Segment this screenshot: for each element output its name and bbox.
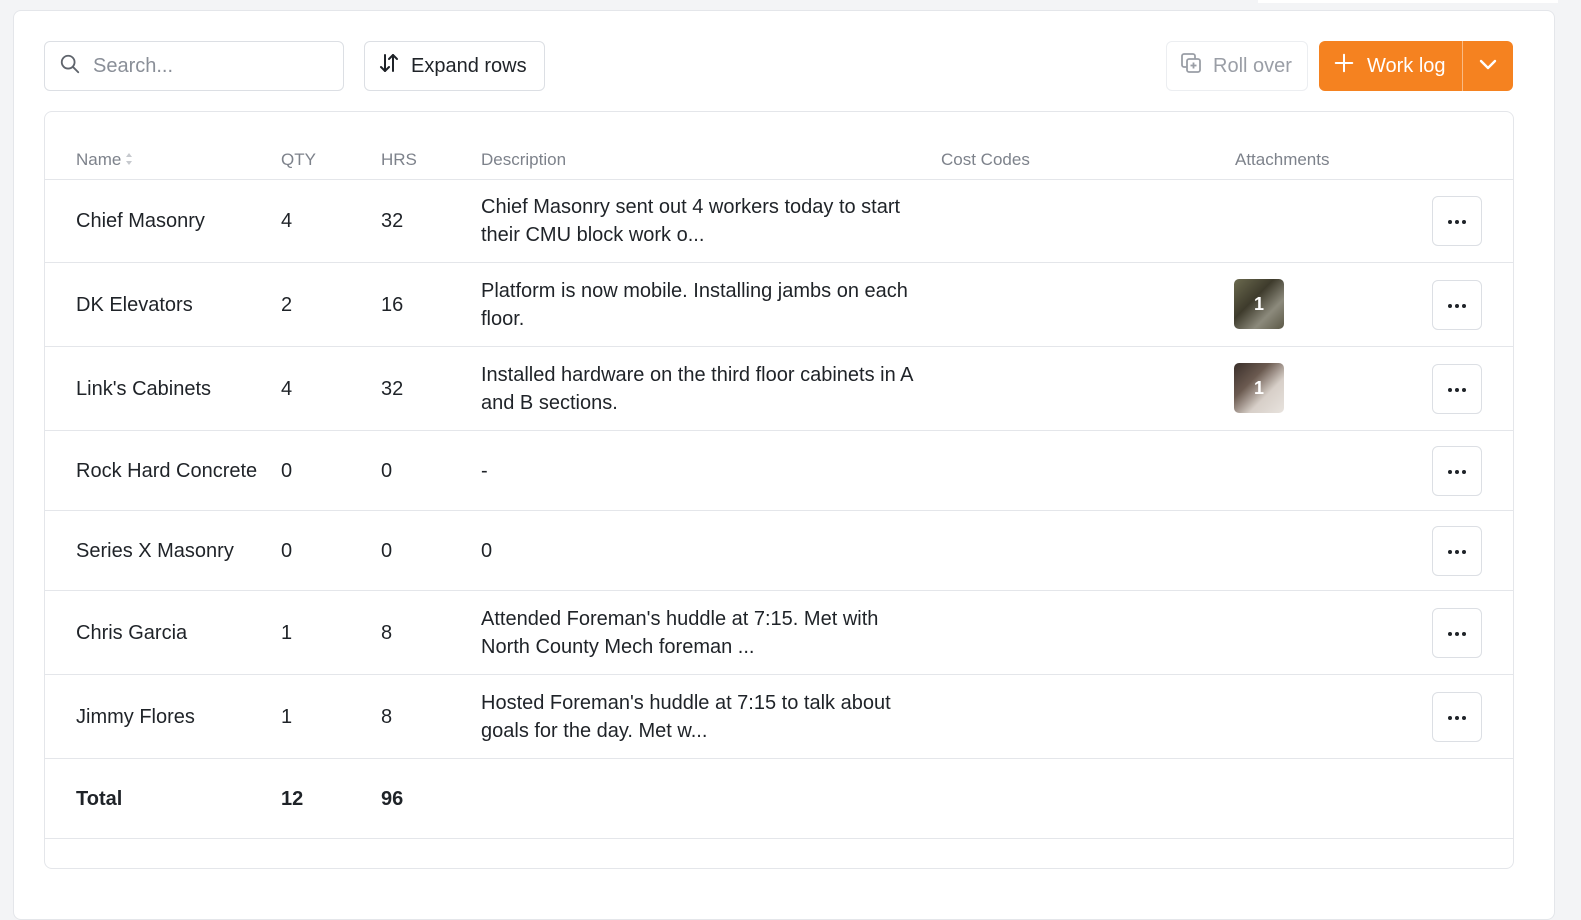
row-name: DK Elevators: [76, 294, 193, 316]
description-line: Hosted Foreman's huddle at 7:15 to talk …: [481, 692, 891, 714]
row-description: Platform is now mobile. Installing jambs…: [481, 277, 931, 333]
row-description: Chief Masonry sent out 4 workers today t…: [481, 193, 931, 249]
attachment-count: 1: [1253, 377, 1264, 398]
column-header-attachments: Attachments: [1235, 150, 1330, 169]
column-header-qty: QTY: [281, 150, 316, 169]
table-header: Name QTY HRS Description Cost Codes Atta…: [45, 112, 1513, 180]
row-qty: 1: [281, 622, 293, 644]
row-hrs: 0: [381, 540, 393, 562]
more-options-icon: [1446, 542, 1468, 560]
column-header-description: Description: [481, 150, 567, 169]
more-options-icon: [1446, 708, 1468, 726]
total-row: Total 12 96: [45, 759, 1513, 839]
rollover-label: Roll over: [1213, 54, 1292, 77]
search-box[interactable]: [44, 41, 344, 91]
row-more-button[interactable]: [1432, 526, 1482, 576]
more-options-icon: [1446, 624, 1468, 642]
row-description: Attended Foreman's huddle at 7:15. Met w…: [481, 605, 931, 661]
search-input[interactable]: [91, 53, 325, 79]
work-log-label: Work log: [1367, 54, 1446, 77]
column-header-name-label: Name: [76, 150, 122, 169]
row-hrs: 16: [381, 294, 404, 316]
table-row[interactable]: Chris Garcia 1 8 Attended Foreman's hudd…: [45, 591, 1513, 675]
more-options-icon: [1446, 212, 1468, 230]
table-row[interactable]: Jimmy Flores 1 8 Hosted Foreman's huddle…: [45, 675, 1513, 759]
top-edge: [1258, 0, 1558, 3]
total-label: Total: [76, 788, 123, 810]
description-line: floor.: [481, 308, 525, 330]
add-work-log-button[interactable]: Work log: [1319, 41, 1462, 91]
work-log-split-button: Work log: [1319, 41, 1513, 91]
description-line: Chief Masonry sent out 4 workers today t…: [481, 196, 901, 218]
row-hrs: 8: [381, 622, 393, 644]
total-hrs: 96: [381, 788, 404, 810]
chevron-down-icon: [1476, 52, 1500, 81]
attachment-count: 1: [1253, 293, 1264, 314]
row-hrs: 32: [381, 210, 404, 232]
row-hrs: 8: [381, 706, 393, 728]
row-name: Rock Hard Concrete: [76, 460, 258, 482]
row-more-button[interactable]: [1432, 692, 1482, 742]
more-options-icon: [1446, 380, 1468, 398]
row-name: Jimmy Flores: [76, 706, 195, 728]
row-qty: 4: [281, 378, 293, 400]
column-header-cost-codes: Cost Codes: [941, 150, 1030, 169]
table-row[interactable]: Series X Masonry 0 0 0: [45, 511, 1513, 591]
expand-rows-label: Expand rows: [411, 54, 527, 77]
row-description: 0: [481, 540, 493, 562]
sort-icon: [125, 151, 133, 171]
description-line: North County Mech foreman ...: [481, 636, 755, 658]
row-more-button[interactable]: [1432, 280, 1482, 330]
row-qty: 0: [281, 460, 293, 482]
search-icon: [59, 53, 81, 80]
row-name: Link's Cabinets: [76, 378, 211, 400]
more-options-icon: [1446, 296, 1468, 314]
row-more-button[interactable]: [1432, 446, 1482, 496]
attachment-thumbnail[interactable]: 1: [1234, 363, 1284, 413]
rollover-button[interactable]: Roll over: [1166, 41, 1308, 91]
attachment-thumbnail[interactable]: 1: [1234, 279, 1284, 329]
row-more-button[interactable]: [1432, 196, 1482, 246]
description-line: Attended Foreman's huddle at 7:15. Met w…: [481, 608, 879, 630]
plus-icon: [1333, 52, 1367, 80]
table-row[interactable]: Link's Cabinets 4 32 Installed hardware …: [45, 347, 1513, 431]
daily-log-panel: Expand rows Roll over Work log N: [13, 10, 1555, 920]
row-qty: 4: [281, 210, 293, 232]
row-description: Installed hardware on the third floor ca…: [481, 361, 931, 417]
toolbar: Expand rows Roll over Work log: [14, 11, 1554, 111]
description-line: and B sections.: [481, 392, 618, 414]
row-description: Hosted Foreman's huddle at 7:15 to talk …: [481, 689, 931, 745]
description-line: Installed hardware on the third floor ca…: [481, 364, 914, 386]
row-qty: 1: [281, 706, 293, 728]
row-hrs: 32: [381, 378, 404, 400]
more-options-icon: [1446, 462, 1468, 480]
row-name: Chief Masonry: [76, 210, 205, 232]
work-log-table: Name QTY HRS Description Cost Codes Atta…: [44, 111, 1514, 869]
row-more-button[interactable]: [1432, 364, 1482, 414]
description-line: Platform is now mobile. Installing jambs…: [481, 280, 908, 302]
column-header-hrs: HRS: [381, 150, 417, 169]
row-description: -: [481, 460, 488, 482]
work-log-dropdown-button[interactable]: [1462, 41, 1513, 91]
expand-rows-icon: [377, 51, 411, 81]
row-qty: 2: [281, 294, 293, 316]
row-more-button[interactable]: [1432, 608, 1482, 658]
rollover-icon: [1179, 51, 1213, 81]
description-line: their CMU block work o...: [481, 224, 705, 246]
row-hrs: 0: [381, 460, 393, 482]
table-row[interactable]: DK Elevators 2 16 Platform is now mobile…: [45, 263, 1513, 347]
column-header-name[interactable]: Name: [76, 150, 133, 171]
row-name: Chris Garcia: [76, 622, 188, 644]
total-qty: 12: [281, 788, 304, 810]
row-qty: 0: [281, 540, 293, 562]
row-name: Series X Masonry: [76, 540, 234, 562]
expand-rows-button[interactable]: Expand rows: [364, 41, 545, 91]
table-row[interactable]: Rock Hard Concrete 0 0 -: [45, 431, 1513, 511]
description-line: goals for the day. Met w...: [481, 720, 708, 742]
table-row[interactable]: Chief Masonry 4 32 Chief Masonry sent ou…: [45, 179, 1513, 263]
